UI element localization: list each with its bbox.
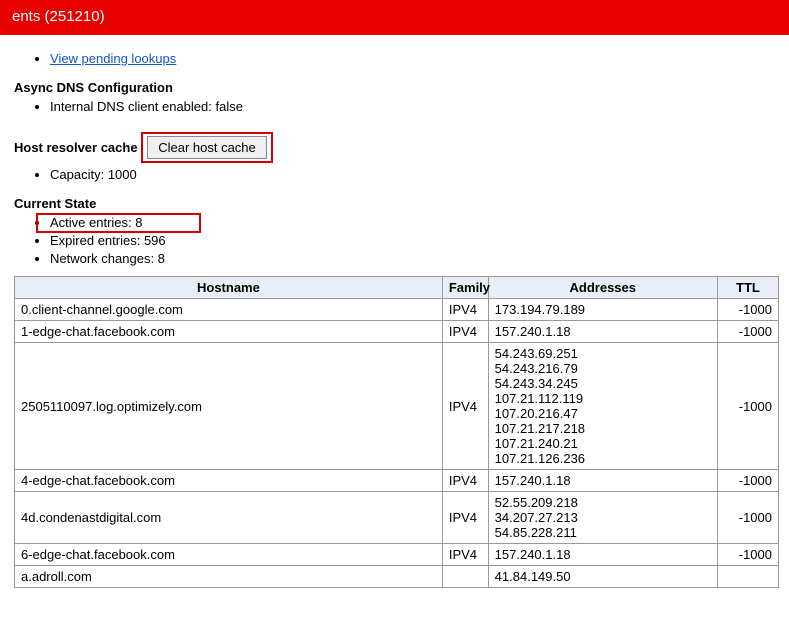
clear-cache-highlight: Clear host cache <box>141 132 273 163</box>
address-value: 107.21.112.119 <box>495 391 711 406</box>
capacity-list: Capacity: 1000 <box>14 167 779 182</box>
col-family: Family <box>442 277 488 299</box>
active-entries-value: 8 <box>135 215 142 230</box>
table-row: 0.client-channel.google.comIPV4 173.194.7… <box>15 299 779 321</box>
expired-entries-value: 596 <box>144 233 166 248</box>
cell-ttl: -1000 <box>717 299 778 321</box>
cell-family: IPV4 <box>442 321 488 343</box>
cell-family: IPV4 <box>442 470 488 492</box>
cell-hostname: 0.client-channel.google.com <box>15 299 443 321</box>
cell-addresses: 157.240.1.18 <box>488 470 717 492</box>
expired-entries-label: Expired entries: <box>50 233 144 248</box>
capacity-value: 1000 <box>108 167 137 182</box>
list-item: Expired entries: 596 <box>50 233 779 248</box>
list-item: View pending lookups <box>50 51 779 66</box>
cell-family: IPV4 <box>442 343 488 470</box>
cell-ttl: -1000 <box>717 343 778 470</box>
address-value: 173.194.79.189 <box>495 302 711 317</box>
address-value: 54.85.228.211 <box>495 525 711 540</box>
links-list: View pending lookups <box>14 51 779 66</box>
address-value: 34.207.27.213 <box>495 510 711 525</box>
address-value: 107.21.217.218 <box>495 421 711 436</box>
internal-dns-value: false <box>215 99 242 114</box>
network-changes-label: Network changes: <box>50 251 158 266</box>
address-value: 107.21.126.236 <box>495 451 711 466</box>
cell-ttl: -1000 <box>717 492 778 544</box>
list-item: Capacity: 1000 <box>50 167 779 182</box>
list-item: Network changes: 8 <box>50 251 779 266</box>
cell-hostname: 1-edge-chat.facebook.com <box>15 321 443 343</box>
cell-addresses: 173.194.79.189 <box>488 299 717 321</box>
cell-family: IPV4 <box>442 299 488 321</box>
cell-ttl: -1000 <box>717 321 778 343</box>
cell-hostname: 2505110097.log.optimizely.com <box>15 343 443 470</box>
col-addresses: Addresses <box>488 277 717 299</box>
address-value: 157.240.1.18 <box>495 547 711 562</box>
table-row: 4-edge-chat.facebook.comIPV4 157.240.1.18… <box>15 470 779 492</box>
col-ttl: TTL <box>717 277 778 299</box>
top-bar: ents (251210) <box>0 0 789 35</box>
address-value: 107.20.216.47 <box>495 406 711 421</box>
address-value: 54.243.34.245 <box>495 376 711 391</box>
list-item: Internal DNS client enabled: false <box>50 99 779 114</box>
cell-family <box>442 566 488 588</box>
cell-hostname: 6-edge-chat.facebook.com <box>15 544 443 566</box>
table-row: 6-edge-chat.facebook.comIPV4 157.240.1.18… <box>15 544 779 566</box>
view-pending-lookups-link[interactable]: View pending lookups <box>50 51 176 66</box>
clear-host-cache-button[interactable]: Clear host cache <box>147 136 267 159</box>
async-dns-title: Async DNS Configuration <box>14 80 779 95</box>
cell-addresses: 54.243.69.25154.243.216.7954.243.34.2451… <box>488 343 717 470</box>
address-value: 41.84.149.50 <box>495 569 711 584</box>
cell-addresses: 41.84.149.50 <box>488 566 717 588</box>
cell-family: IPV4 <box>442 544 488 566</box>
async-dns-list: Internal DNS client enabled: false <box>14 99 779 114</box>
cell-addresses: 157.240.1.18 <box>488 321 717 343</box>
table-row: 1-edge-chat.facebook.comIPV4 157.240.1.18… <box>15 321 779 343</box>
main-content: View pending lookups Async DNS Configura… <box>0 35 789 598</box>
cell-addresses: 157.240.1.18 <box>488 544 717 566</box>
state-list: Active entries: 8 Expired entries: 596 N… <box>14 215 779 266</box>
address-value: 54.243.69.251 <box>495 346 711 361</box>
table-row: 2505110097.log.optimizely.comIPV454.243.… <box>15 343 779 470</box>
list-item: Active entries: 8 <box>50 215 779 230</box>
table-row: a.adroll.com 41.84.149.50 <box>15 566 779 588</box>
dns-cache-table: Hostname Family Addresses TTL 0.client-c… <box>14 276 779 588</box>
network-changes-value: 8 <box>158 251 165 266</box>
table-header-row: Hostname Family Addresses TTL <box>15 277 779 299</box>
cell-addresses: 52.55.209.21834.207.27.21354.85.228.211 <box>488 492 717 544</box>
cell-family: IPV4 <box>442 492 488 544</box>
cell-hostname: 4d.condenastdigital.com <box>15 492 443 544</box>
address-value: 54.243.216.79 <box>495 361 711 376</box>
host-resolver-label: Host resolver cache <box>14 140 138 155</box>
cell-hostname: 4-edge-chat.facebook.com <box>15 470 443 492</box>
address-value: 52.55.209.218 <box>495 495 711 510</box>
cell-ttl: -1000 <box>717 544 778 566</box>
cell-ttl: -1000 <box>717 470 778 492</box>
col-hostname: Hostname <box>15 277 443 299</box>
top-bar-title: ents (251210) <box>12 8 105 25</box>
cell-hostname: a.adroll.com <box>15 566 443 588</box>
internal-dns-label: Internal DNS client enabled: <box>50 99 215 114</box>
table-row: 4d.condenastdigital.comIPV452.55.209.218… <box>15 492 779 544</box>
address-value: 107.21.240.21 <box>495 436 711 451</box>
cell-ttl <box>717 566 778 588</box>
address-value: 157.240.1.18 <box>495 324 711 339</box>
capacity-label: Capacity: <box>50 167 108 182</box>
address-value: 157.240.1.18 <box>495 473 711 488</box>
host-resolver-row: Host resolver cache Clear host cache <box>14 132 779 163</box>
active-entries-label: Active entries: <box>50 215 135 230</box>
current-state-title: Current State <box>14 196 779 211</box>
